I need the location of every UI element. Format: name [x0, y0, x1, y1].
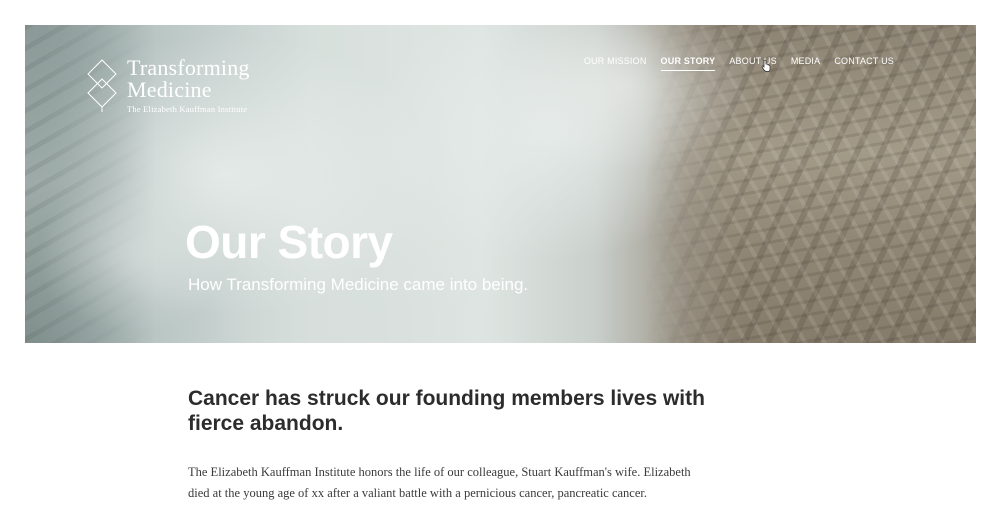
nav-our-mission[interactable]: OUR MISSION [584, 56, 647, 71]
diamond-logo-icon [87, 59, 117, 112]
logo-text: Transforming Medicine The Elizabeth Kauf… [127, 55, 250, 115]
hero-banner: Transforming Medicine The Elizabeth Kauf… [25, 25, 976, 343]
story-content: Cancer has struck our founding members l… [188, 386, 708, 504]
hero-title: Our Story [185, 216, 393, 268]
hand-cursor-icon [761, 60, 771, 72]
content-heading: Cancer has struck our founding members l… [188, 387, 705, 435]
nav-contact-us[interactable]: CONTACT US [834, 56, 894, 71]
logo-title-line1: Transforming [127, 55, 250, 80]
hero-subtitle: How Transforming Medicine came into bein… [188, 275, 529, 294]
logo-subtitle: The Elizabeth Kauffman Institute [127, 104, 248, 114]
logo-title-line2: Medicine [127, 77, 212, 102]
nav-our-story[interactable]: OUR STORY [660, 56, 716, 71]
site-logo[interactable]: Transforming Medicine The Elizabeth Kauf… [87, 57, 250, 114]
nav-media[interactable]: MEDIA [791, 56, 821, 71]
main-nav: OUR MISSION OUR STORY ABOUT US MEDIA CON… [584, 56, 894, 71]
content-paragraph: The Elizabeth Kauffman Institute honors … [188, 465, 691, 500]
